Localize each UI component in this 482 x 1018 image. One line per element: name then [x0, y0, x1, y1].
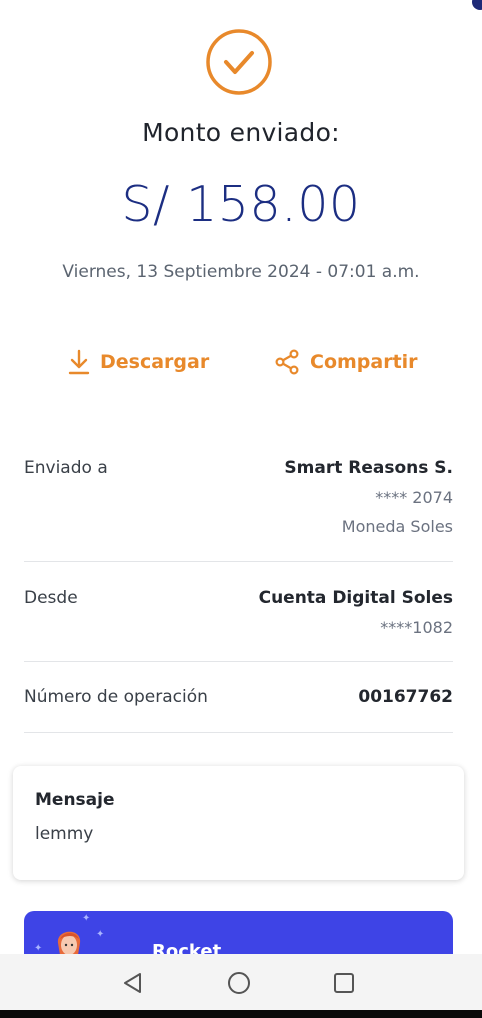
message-body: lemmy: [35, 824, 94, 844]
sparkle-icon: ✦: [96, 929, 105, 940]
divider: [24, 661, 453, 662]
source-account-name: Cuenta Digital Soles: [258, 588, 453, 608]
back-triangle-icon[interactable]: [120, 970, 146, 996]
download-icon: [68, 349, 90, 375]
operation-label: Número de operación: [24, 687, 208, 707]
transaction-date: Viernes, 13 Septiembre 2024 - 07:01 a.m.: [62, 262, 420, 282]
message-title: Mensaje: [35, 790, 115, 810]
source-account-number: ****1082: [380, 618, 453, 637]
check-circle-icon: [206, 29, 272, 95]
sent-to-row: Enviado a Smart Reasons S. **** 2074 Mon…: [24, 458, 453, 548]
from-row: Desde Cuenta Digital Soles ****1082: [24, 588, 453, 648]
recipient-name: Smart Reasons S.: [284, 458, 453, 478]
home-circle-icon[interactable]: [226, 970, 252, 996]
from-label: Desde: [24, 588, 78, 608]
system-navigation-bar: [0, 954, 482, 1010]
download-button[interactable]: Descargar: [68, 346, 209, 378]
page-title: Monto enviado:: [142, 118, 340, 147]
share-label: Compartir: [310, 351, 418, 373]
bottom-edge: [0, 1010, 482, 1018]
divider: [24, 561, 453, 562]
operation-number: 00167762: [358, 687, 453, 707]
operation-row: Número de operación 00167762: [24, 687, 453, 713]
share-icon: [275, 349, 299, 375]
amount-sent: S/ 158.00: [121, 176, 361, 233]
recipient-account: **** 2074: [375, 488, 453, 507]
sent-to-label: Enviado a: [24, 458, 108, 478]
sparkle-icon: ✦: [34, 943, 43, 954]
message-card: Mensaje lemmy: [13, 766, 464, 880]
divider: [24, 732, 453, 733]
share-button[interactable]: Compartir: [274, 346, 418, 378]
download-label: Descargar: [100, 351, 210, 373]
corner-indicator: [472, 0, 482, 10]
recents-square-icon[interactable]: [331, 970, 357, 996]
recipient-currency: Moneda Soles: [341, 517, 453, 536]
